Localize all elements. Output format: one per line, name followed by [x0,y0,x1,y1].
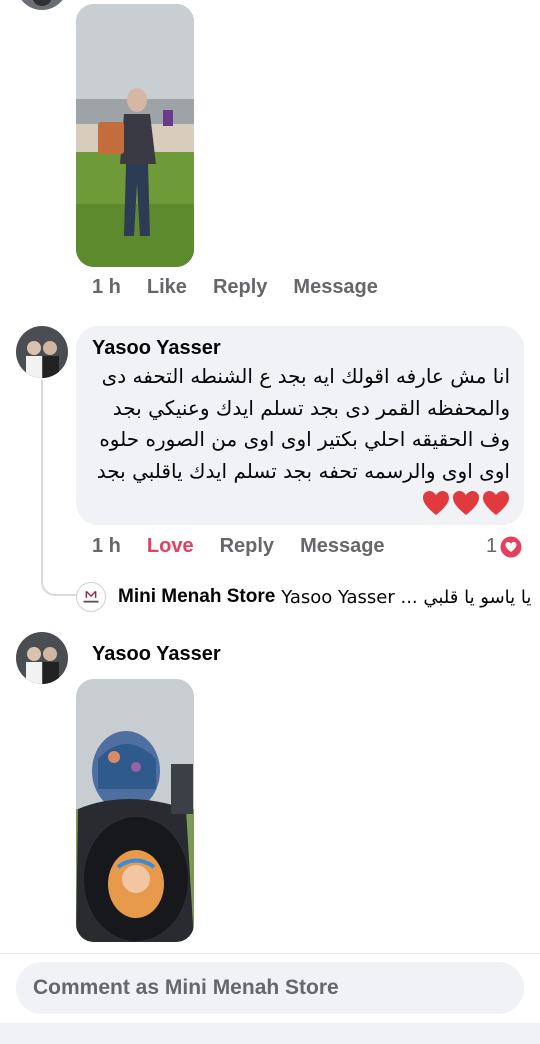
comment-actions: 1 h Like Reply Message [92,276,404,299]
reply-preview[interactable]: Mini Menah Store Yasoo Yasser ... يا ياس… [76,582,531,612]
reaction-count-value: 1 [486,535,498,557]
comment-author[interactable]: Yasoo Yasser [92,337,221,360]
comment-actions: 1 h Love Reply Message [92,535,411,558]
reply-button[interactable]: Reply [220,535,274,558]
message-button[interactable]: Message [293,276,378,299]
love-reaction-icon [500,536,522,557]
comment-time: 1 h [92,535,121,557]
comment-line: انا مش عارفه اقولك ايه بجد ع الشنطه التح… [101,364,510,388]
love-button[interactable]: Love [147,535,194,558]
comment-input-placeholder: Comment as Mini Menah Store [33,976,339,999]
store-avatar [76,582,106,612]
heart-icon [423,491,449,515]
comment-photo-2[interactable] [76,679,194,942]
bottom-bar [0,1023,540,1044]
reply-author[interactable]: Mini Menah Store [118,586,275,608]
comment-author[interactable]: Yasoo Yasser [92,643,221,666]
comment-photo-1[interactable] [76,4,194,267]
thread-connector [41,380,77,596]
comment-text: انا مش عارفه اقولك ايه بجد ع الشنطه التح… [80,361,510,487]
comment-line: وف الحقيقه احلي بكتير اوى اوى من الصوره … [99,427,510,451]
heart-emoji-row [422,490,510,516]
heart-icon [483,491,509,515]
reply-button[interactable]: Reply [213,276,267,299]
reaction-count[interactable]: 1 [486,535,522,558]
avatar[interactable] [16,0,68,10]
heart-icon [453,491,479,515]
comment-line: والمحفظه القمر دى بجد تسلم ايدك وعنيكي ب… [112,395,510,420]
reply-text: Yasoo Yasser ... يا ياسو يا قلبي [281,586,532,608]
like-button[interactable]: Like [147,276,187,299]
avatar[interactable] [16,632,68,684]
avatar[interactable] [16,326,68,378]
comment-time: 1 h [92,276,121,298]
message-button[interactable]: Message [300,535,385,558]
comment-line: اوى اوى والرسمه تحفه بجد تسلم ايدك ياقلب… [96,458,510,483]
